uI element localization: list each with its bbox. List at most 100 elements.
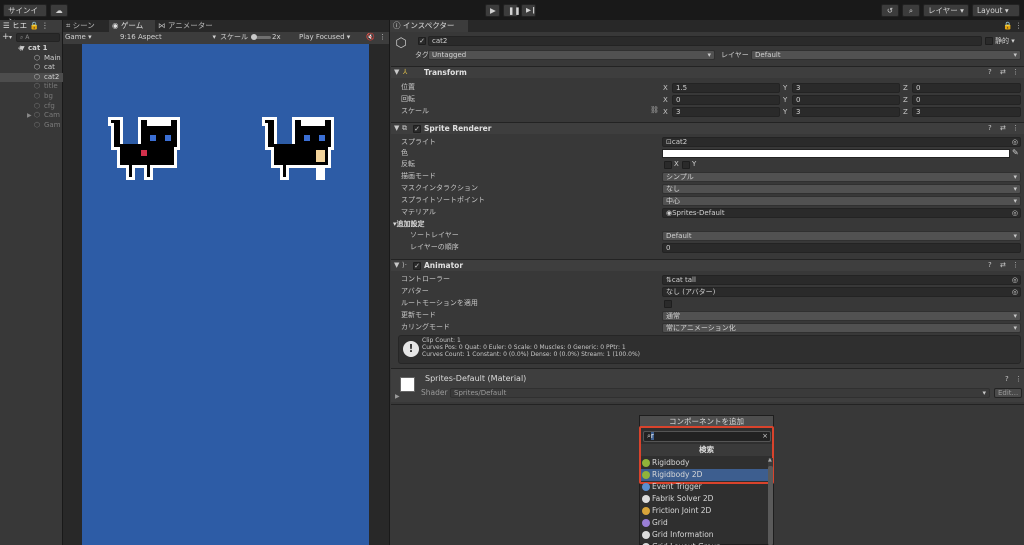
preset-icon[interactable]: ⇄ bbox=[1000, 260, 1006, 270]
edit-shader-button[interactable]: Edit... bbox=[994, 388, 1022, 398]
axis-z-label[interactable]: Z bbox=[903, 83, 908, 93]
cloud-icon[interactable]: ☁ bbox=[50, 4, 68, 17]
preset-icon[interactable]: ⇄ bbox=[1000, 123, 1006, 133]
pause-button[interactable]: ❚❚ bbox=[503, 4, 521, 17]
draw-mode-dropdown[interactable]: シンプル bbox=[662, 172, 1021, 182]
popup-scrollbar[interactable]: ▲ bbox=[768, 458, 773, 545]
eyedropper-icon[interactable]: ✎ bbox=[1012, 148, 1019, 157]
transform-x-field[interactable]: 1.5 bbox=[672, 83, 780, 93]
layout-dropdown[interactable]: Layout ▾ bbox=[972, 4, 1020, 17]
foldout-icon[interactable]: ▼ bbox=[394, 260, 399, 270]
sprite-renderer-header[interactable]: ▼ ⧉ ✓ Sprite Renderer ? ⇄ ⋮ bbox=[391, 122, 1024, 134]
help-icon[interactable]: ? bbox=[988, 123, 992, 133]
step-button[interactable]: ▶❙ bbox=[521, 4, 536, 17]
scale-slider-handle[interactable] bbox=[251, 34, 257, 40]
scrollbar-thumb[interactable] bbox=[768, 466, 773, 545]
history-icon[interactable]: ↺ bbox=[881, 4, 899, 17]
tab-game[interactable]: ◉ ゲーム bbox=[109, 20, 155, 32]
flip-x-checkbox[interactable] bbox=[664, 161, 672, 169]
object-picker-icon[interactable]: ◎ bbox=[1012, 276, 1018, 284]
play-button[interactable]: ▶ bbox=[485, 4, 500, 17]
object-picker-icon[interactable]: ◎ bbox=[1012, 138, 1018, 146]
axis-x-label[interactable]: X bbox=[663, 107, 668, 117]
foldout-icon[interactable]: ▼ bbox=[394, 123, 399, 133]
object-picker-icon[interactable]: ◎ bbox=[1012, 288, 1018, 296]
hierarchy-item[interactable]: ⬡ cat bbox=[0, 63, 63, 73]
scroll-up-icon[interactable]: ▲ bbox=[768, 458, 773, 463]
component-result-item[interactable]: Grid bbox=[641, 517, 768, 529]
root-motion-checkbox[interactable] bbox=[664, 300, 672, 308]
controller-field[interactable]: ⇅cat tall ◎ bbox=[662, 275, 1021, 285]
more-icon[interactable]: ⋮ bbox=[1012, 123, 1019, 133]
display-dropdown[interactable]: Game ▾ bbox=[65, 32, 92, 43]
foldout-icon[interactable]: ▶ bbox=[27, 111, 32, 121]
hierarchy-item[interactable]: ⬡ cat2 bbox=[0, 72, 63, 83]
tag-dropdown[interactable]: Untagged bbox=[428, 50, 715, 60]
shader-dropdown[interactable]: Sprites/Default bbox=[450, 388, 990, 398]
transform-x-field[interactable]: 3 bbox=[672, 107, 780, 117]
signin-button[interactable]: サインイン ▾ bbox=[3, 4, 47, 26]
mute-icon[interactable]: 🔇 bbox=[366, 32, 375, 43]
axis-x-label[interactable]: X bbox=[663, 83, 668, 93]
transform-y-field[interactable]: 0 bbox=[792, 95, 900, 105]
layers-dropdown[interactable]: レイヤー ▾ bbox=[923, 4, 969, 17]
foldout-icon[interactable]: ▶ bbox=[395, 393, 400, 400]
component-result-item[interactable]: Event Trigger bbox=[641, 481, 768, 493]
hierarchy-item[interactable]: ⬡ Gam bbox=[0, 121, 63, 131]
tab-scene[interactable]: ⌗ シーン bbox=[63, 20, 109, 32]
constrain-proportions-icon[interactable]: ⛓ bbox=[650, 106, 659, 114]
more-icon[interactable]: ⋮ bbox=[1012, 67, 1019, 77]
hierarchy-item[interactable]: ⬡ title bbox=[0, 82, 63, 92]
hierarchy-item[interactable]: ⬡ bg bbox=[0, 92, 63, 102]
animator-enabled-checkbox[interactable]: ✓ bbox=[413, 262, 421, 270]
hierarchy-search-input[interactable]: ⌕ A bbox=[16, 33, 60, 42]
color-swatch[interactable] bbox=[662, 149, 1010, 158]
static-checkbox[interactable] bbox=[985, 37, 993, 45]
clear-icon[interactable]: × bbox=[762, 432, 768, 441]
tab-animator[interactable]: ⋈ アニメーター bbox=[155, 20, 235, 32]
culling-mode-dropdown[interactable]: 常にアニメーション化 bbox=[662, 323, 1021, 333]
mask-dropdown[interactable]: なし bbox=[662, 184, 1021, 194]
axis-z-label[interactable]: Z bbox=[903, 107, 908, 117]
chevron-down-icon[interactable]: ▾ bbox=[9, 34, 12, 41]
axis-z-label[interactable]: Z bbox=[903, 95, 908, 105]
component-result-item[interactable]: Rigidbody 2D bbox=[641, 469, 768, 481]
hierarchy-item[interactable]: ▼ ◈ cat 1 bbox=[0, 44, 63, 54]
preset-icon[interactable]: ⇄ bbox=[1000, 67, 1006, 77]
lock-icon[interactable]: 🔒 ⋮ bbox=[1000, 20, 1024, 32]
transform-z-field[interactable]: 0 bbox=[912, 83, 1021, 93]
flip-y-checkbox[interactable] bbox=[682, 161, 690, 169]
transform-z-field[interactable]: 3 bbox=[912, 107, 1021, 117]
help-icon[interactable]: ? bbox=[988, 67, 992, 77]
axis-x-label[interactable]: X bbox=[663, 95, 668, 105]
hierarchy-item[interactable]: ⬡ cfg bbox=[0, 102, 63, 112]
more-icon[interactable]: ⋮ bbox=[1015, 374, 1022, 384]
sort-layer-dropdown[interactable]: Default bbox=[662, 231, 1021, 241]
transform-z-field[interactable]: 0 bbox=[912, 95, 1021, 105]
aspect-dropdown[interactable]: 9:16 Aspect ▾ bbox=[120, 32, 216, 43]
transform-x-field[interactable]: 0 bbox=[672, 95, 780, 105]
sort-point-dropdown[interactable]: 中心 bbox=[662, 196, 1021, 206]
sprite-field[interactable]: ⊡cat2 ◎ bbox=[662, 137, 1021, 147]
animator-header[interactable]: ▼ ⟩· ✓ Animator ? ⇄ ⋮ bbox=[391, 259, 1024, 271]
component-result-item[interactable]: Grid Information bbox=[641, 529, 768, 541]
help-icon[interactable]: ? bbox=[1005, 374, 1009, 384]
order-field[interactable]: 0 bbox=[662, 243, 1021, 253]
update-mode-dropdown[interactable]: 通常 bbox=[662, 311, 1021, 321]
more-icon[interactable]: ⋮ bbox=[1012, 260, 1019, 270]
hierarchy-item[interactable]: ▶ ⬡ Cam bbox=[0, 111, 63, 121]
object-picker-icon[interactable]: ◎ bbox=[1012, 209, 1018, 217]
axis-y-label[interactable]: Y bbox=[783, 83, 787, 93]
more-icon[interactable]: ⋮ bbox=[379, 32, 386, 43]
tab-inspector[interactable]: ⓘ インスペクター bbox=[390, 20, 468, 32]
material-field[interactable]: ◉Sprites-Default ◎ bbox=[662, 208, 1021, 218]
component-result-item[interactable]: Friction Joint 2D bbox=[641, 505, 768, 517]
component-result-item[interactable]: Rigidbody bbox=[641, 457, 768, 469]
help-icon[interactable]: ? bbox=[988, 260, 992, 270]
tab-hierarchy[interactable]: ☰ ヒエ 🔒 ⋮ bbox=[0, 20, 62, 32]
sprite-renderer-enabled-checkbox[interactable]: ✓ bbox=[413, 125, 421, 133]
search-icon[interactable]: ⌕ bbox=[902, 4, 920, 17]
component-search-input[interactable]: ⌕r × bbox=[643, 431, 771, 442]
layer-dropdown[interactable]: Default bbox=[751, 50, 1021, 60]
transform-y-field[interactable]: 3 bbox=[792, 83, 900, 93]
